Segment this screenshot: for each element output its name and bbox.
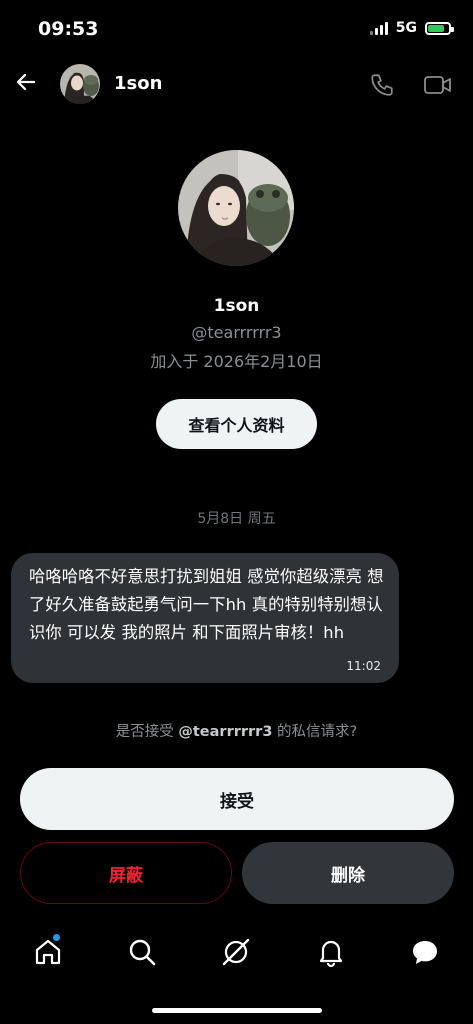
request-handle: @tearrrrrr3: [178, 724, 273, 740]
request-suffix: 的私信请求?: [272, 724, 358, 740]
profile-name: 1son: [213, 296, 260, 316]
request-prefix: 是否接受: [115, 724, 179, 740]
search-icon[interactable]: [126, 936, 158, 968]
status-indicators: 5G: [369, 20, 454, 36]
phone-call-icon[interactable]: [369, 72, 395, 98]
notifications-icon[interactable]: [315, 936, 347, 968]
message-bubble[interactable]: 哈咯哈咯不好意思打扰到姐姐 感觉你超级漂亮 想了好久准备鼓起勇气问一下hh 真的…: [11, 553, 399, 683]
profile-handle: @tearrrrrr3: [191, 323, 282, 342]
messages-icon[interactable]: [409, 936, 441, 968]
grok-icon[interactable]: [220, 936, 252, 968]
home-indicator: [152, 1008, 322, 1013]
message-text: 哈咯哈咯不好意思打扰到姐姐 感觉你超级漂亮 想了好久准备鼓起勇气问一下hh 真的…: [29, 567, 384, 642]
accept-button[interactable]: 接受: [20, 768, 454, 830]
header-username[interactable]: 1son: [114, 73, 162, 94]
delete-button[interactable]: 删除: [242, 842, 454, 904]
message-request-prompt: 是否接受 @tearrrrrr3 的私信请求?: [0, 720, 473, 741]
back-arrow-icon[interactable]: [14, 70, 38, 94]
date-separator: 5月8日 周五: [197, 511, 276, 527]
view-profile-button[interactable]: 查看个人资料: [156, 399, 317, 449]
profile-joined-date: 加入于 2026年2月10日: [150, 352, 323, 371]
block-button[interactable]: 屏蔽: [20, 842, 232, 904]
battery-icon: [425, 21, 454, 35]
message-timestamp: 11:02: [346, 659, 381, 673]
status-time: 09:53: [38, 18, 99, 40]
video-call-icon[interactable]: [423, 73, 453, 97]
header-avatar[interactable]: [60, 64, 100, 104]
signal-icon: [369, 21, 388, 35]
network-type: 5G: [395, 20, 417, 36]
profile-avatar[interactable]: [178, 150, 294, 266]
home-icon[interactable]: [32, 936, 64, 968]
home-notification-dot: [53, 934, 60, 941]
